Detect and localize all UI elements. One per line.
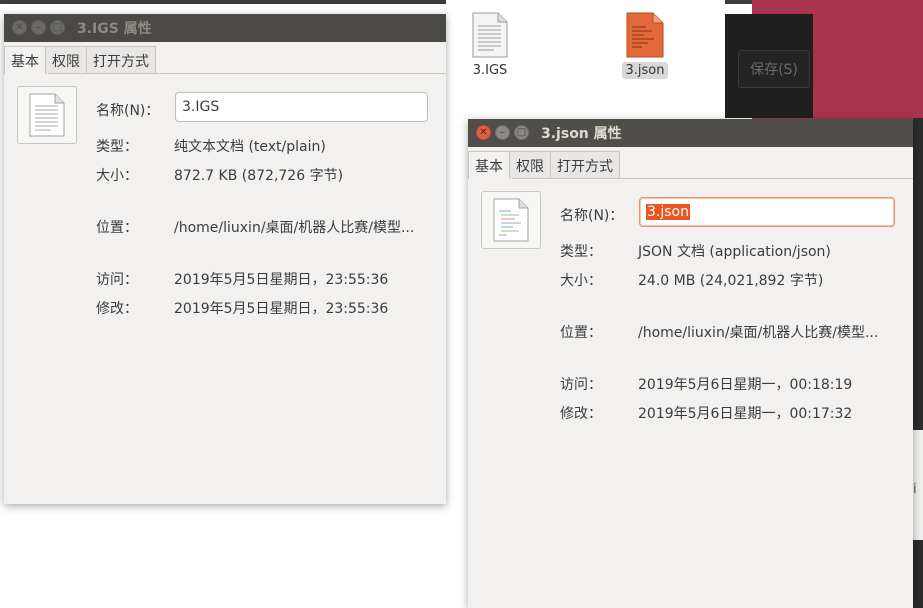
text-file-icon	[472, 12, 508, 58]
type-value: 纯文本文档 (text/plain)	[174, 139, 326, 155]
window-title: 3.json 属性	[541, 126, 622, 142]
size-value: 24.0 MB (24,021,892 字节)	[638, 273, 824, 289]
json-file-icon	[626, 12, 664, 58]
close-icon: ✕	[479, 126, 488, 138]
type-label: 类型：	[560, 244, 602, 260]
size-value: 872.7 KB (872,726 字节)	[174, 168, 344, 184]
minimize-icon: –	[500, 126, 505, 138]
tab-bar: 基本 权限 打开方式	[4, 46, 156, 74]
save-button[interactable]: 保存(S)	[738, 50, 810, 88]
modified-label: 修改：	[560, 406, 602, 422]
window-title: 3.IGS 属性	[77, 21, 152, 37]
tab-bar: 基本 权限 打开方式	[468, 151, 620, 179]
accessed-label: 访问：	[96, 272, 138, 288]
maximize-icon: □	[516, 126, 527, 138]
close-icon: ✕	[15, 21, 24, 33]
tab-open-with[interactable]: 打开方式	[550, 151, 620, 179]
maximize-button[interactable]: □	[514, 125, 529, 140]
tab-permissions[interactable]: 权限	[45, 46, 87, 74]
tab-open-with[interactable]: 打开方式	[86, 46, 156, 74]
size-label: 大小：	[96, 168, 138, 184]
type-value: JSON 文档 (application/json)	[638, 244, 831, 260]
tab-divider	[48, 73, 446, 74]
minimize-button[interactable]: –	[31, 20, 46, 35]
accessed-value: 2019年5月6日星期一，00:18:19	[638, 377, 853, 393]
tab-basic[interactable]: 基本	[4, 46, 46, 74]
tab-divider	[512, 178, 913, 179]
json-file-icon	[493, 198, 529, 242]
type-label: 类型：	[96, 139, 138, 155]
window-titlebar[interactable]: ✕ – □ 3.IGS 属性	[4, 14, 446, 42]
location-value: /home/liuxin/桌面/机器人比赛/模型...	[174, 220, 415, 236]
maximize-icon: □	[52, 21, 63, 33]
file-type-icon-box	[17, 86, 77, 144]
close-button[interactable]: ✕	[12, 20, 27, 35]
minimize-button[interactable]: –	[495, 125, 510, 140]
size-label: 大小：	[560, 273, 602, 289]
name-input[interactable]: 3.json	[639, 197, 895, 227]
name-input[interactable]: 3.IGS	[175, 92, 428, 122]
tab-permissions[interactable]: 权限	[509, 151, 551, 179]
desktop-file-json[interactable]: 3.json	[610, 12, 680, 79]
tab-basic[interactable]: 基本	[468, 151, 510, 179]
name-label: 名称(N)：	[560, 208, 624, 224]
location-label: 位置：	[96, 220, 138, 236]
properties-window-json: ✕ – □ 3.json 属性 基本 权限 打开方式 名称(N)： 3.json…	[468, 119, 913, 608]
file-type-icon-box	[481, 191, 541, 249]
modified-value: 2019年5月5日星期日，23:55:36	[174, 301, 389, 317]
properties-window-igs: ✕ – □ 3.IGS 属性 基本 权限 打开方式 名称(N)： 3.IGS 类…	[4, 14, 446, 504]
name-label: 名称(N)：	[96, 103, 160, 119]
accessed-label: 访问：	[560, 377, 602, 393]
text-file-icon	[29, 93, 65, 137]
minimize-icon: –	[36, 21, 41, 33]
desktop-file-label: 3.json	[621, 62, 669, 79]
close-button[interactable]: ✕	[476, 125, 491, 140]
edge-text: i	[913, 482, 917, 497]
name-input-value: 3.IGS	[182, 99, 220, 115]
desktop-file-label: 3.IGS	[472, 63, 508, 78]
modified-label: 修改：	[96, 301, 138, 317]
window-titlebar[interactable]: ✕ – □ 3.json 属性	[468, 119, 913, 147]
accessed-value: 2019年5月5日星期日，23:55:36	[174, 272, 389, 288]
maximize-button[interactable]: □	[50, 20, 65, 35]
name-input-value: 3.json	[646, 204, 690, 220]
desktop-file-igs[interactable]: 3.IGS	[455, 12, 525, 79]
location-value: /home/liuxin/桌面/机器人比赛/模型...	[638, 325, 879, 341]
location-label: 位置：	[560, 325, 602, 341]
modified-value: 2019年5月6日星期一，00:17:32	[638, 406, 853, 422]
